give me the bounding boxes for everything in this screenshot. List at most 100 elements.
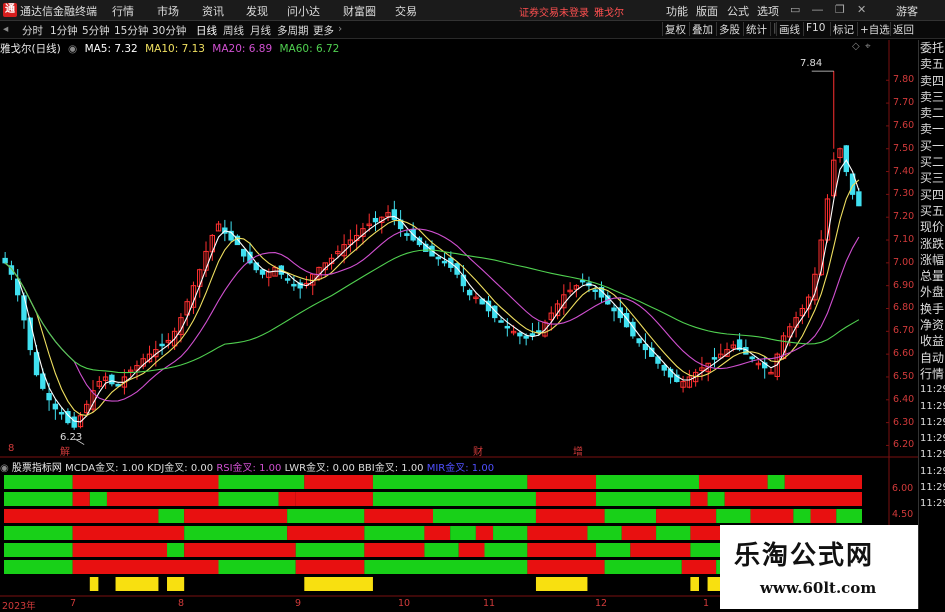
- close-icon[interactable]: ✕: [857, 3, 866, 16]
- period-tab[interactable]: 5分钟: [82, 23, 110, 38]
- quote-item[interactable]: 换手: [919, 301, 945, 317]
- strip-segment: [218, 475, 305, 489]
- strip-segment: [784, 475, 862, 489]
- event-marker[interactable]: 8: [8, 443, 14, 454]
- chevron-right-icon[interactable]: ›: [338, 23, 342, 35]
- candle-down: [372, 217, 379, 223]
- quote-item[interactable]: 11:29: [919, 480, 945, 496]
- menu-item[interactable]: 资讯: [202, 3, 224, 19]
- quote-item[interactable]: 自动: [919, 350, 945, 366]
- quote-item[interactable]: 外盘: [919, 284, 945, 300]
- expand-icon[interactable]: ◉: [0, 463, 9, 474]
- restore-icon[interactable]: ❐: [835, 3, 845, 16]
- period-tab[interactable]: 30分钟: [152, 23, 186, 38]
- quote-item[interactable]: 买五: [919, 203, 945, 219]
- y-tick-label: 7.00: [893, 256, 915, 268]
- period-tab[interactable]: 分时: [22, 23, 43, 38]
- quote-item[interactable]: 总量: [919, 268, 945, 284]
- menu-item[interactable]: 行情: [112, 3, 134, 19]
- quote-item[interactable]: 现价: [919, 219, 945, 235]
- login-warning[interactable]: 证券交易未登录: [519, 4, 589, 19]
- strip-segment: [72, 526, 185, 540]
- tb-f10[interactable]: F10: [803, 22, 827, 36]
- event-marker[interactable]: 增: [573, 443, 583, 458]
- quote-item[interactable]: 收益: [919, 333, 945, 349]
- tb-multi-stock[interactable]: 多股: [716, 22, 742, 36]
- menu-formula[interactable]: 公式: [727, 3, 749, 19]
- strip-segment: [184, 543, 296, 557]
- candle-down: [642, 343, 649, 351]
- strip-segment: [724, 492, 862, 506]
- tb-draw[interactable]: 画线: [776, 22, 802, 36]
- menu-options[interactable]: 选项: [757, 3, 779, 19]
- indicator-item: MIR金叉: 1.00: [426, 463, 495, 474]
- ma10-line: [4, 179, 860, 416]
- quote-item[interactable]: 买四: [919, 187, 945, 203]
- quote-item[interactable]: 11:29: [919, 431, 945, 447]
- candle-down: [33, 352, 40, 376]
- quote-item[interactable]: 买三: [919, 170, 945, 186]
- quote-item[interactable]: 11:29: [919, 415, 945, 431]
- strip-segment: [458, 543, 485, 557]
- menu-item[interactable]: 财富圈: [343, 3, 376, 19]
- quote-item[interactable]: 买二: [919, 154, 945, 170]
- strip-segment: [295, 543, 365, 557]
- strip-segment: [604, 509, 657, 523]
- quote-item[interactable]: 卖四: [919, 73, 945, 89]
- tb-mark[interactable]: 标记: [830, 22, 856, 36]
- event-marker[interactable]: 解: [60, 443, 70, 458]
- x-label: 12: [595, 598, 608, 609]
- menu-function[interactable]: 功能: [666, 3, 688, 19]
- quote-item[interactable]: 涨幅: [919, 252, 945, 268]
- guest-user[interactable]: 游客: [896, 3, 918, 19]
- period-tab[interactable]: 周线: [223, 23, 244, 38]
- quote-item[interactable]: 卖二: [919, 105, 945, 121]
- tb-stats[interactable]: 统计: [743, 22, 769, 36]
- tb-restore-rights[interactable]: 复权: [662, 22, 688, 36]
- period-tab[interactable]: 月线: [250, 23, 271, 38]
- period-tab[interactable]: 1分钟: [50, 23, 78, 38]
- y-tick-label: 6.60: [893, 348, 915, 360]
- quote-item[interactable]: 买一: [919, 138, 945, 154]
- strip-segment: [484, 543, 528, 557]
- period-tab-more[interactable]: 更多: [313, 23, 334, 38]
- quote-item[interactable]: 11:29: [919, 447, 945, 463]
- quote-item[interactable]: 11:29: [919, 464, 945, 480]
- candle-down: [636, 338, 642, 344]
- quote-item[interactable]: 11:29: [919, 399, 945, 415]
- quote-item[interactable]: 涨跌: [919, 236, 945, 252]
- quote-item[interactable]: 卖五: [919, 56, 945, 72]
- menu-item[interactable]: 发现: [246, 3, 268, 19]
- back-icon[interactable]: ◂: [3, 23, 8, 35]
- menu-item[interactable]: 交易: [395, 3, 417, 19]
- quote-item[interactable]: 11:29: [919, 382, 945, 398]
- menu-layout[interactable]: 版面: [696, 3, 718, 19]
- quote-item[interactable]: 卖一: [919, 121, 945, 137]
- y-tick-label: 6.40: [893, 393, 915, 405]
- tb-add-favorite[interactable]: +自选: [857, 22, 892, 36]
- quote-item[interactable]: 11:29: [919, 496, 945, 512]
- candle-down: [536, 330, 542, 333]
- quote-item[interactable]: 净资: [919, 317, 945, 333]
- period-tab[interactable]: 多周期: [277, 23, 309, 38]
- candle-down: [498, 320, 504, 323]
- candle-down: [592, 289, 598, 292]
- event-marker[interactable]: 财: [473, 443, 483, 458]
- menu-item[interactable]: 问小达: [287, 3, 320, 19]
- menu-item[interactable]: 市场: [157, 3, 179, 19]
- tb-overlay[interactable]: 叠加: [689, 22, 715, 36]
- period-tab[interactable]: 15分钟: [114, 23, 148, 38]
- tb-back[interactable]: 返回: [890, 22, 916, 36]
- quote-item[interactable]: 行情: [919, 366, 945, 382]
- candlestick-chart[interactable]: [0, 40, 918, 609]
- minimize-icon[interactable]: ▭: [790, 3, 800, 16]
- quote-item[interactable]: 委托: [919, 40, 945, 56]
- y-tick-label: 7.20: [893, 211, 915, 223]
- candle-down: [441, 260, 448, 264]
- strip-segment: [364, 526, 425, 540]
- maximize-icon[interactable]: ―: [812, 3, 823, 16]
- indicator-name[interactable]: 股票指标网: [12, 463, 62, 474]
- high-price-label: 7.84: [800, 58, 823, 69]
- period-tab-daily[interactable]: 日线: [196, 23, 217, 38]
- quote-item[interactable]: 卖三: [919, 89, 945, 105]
